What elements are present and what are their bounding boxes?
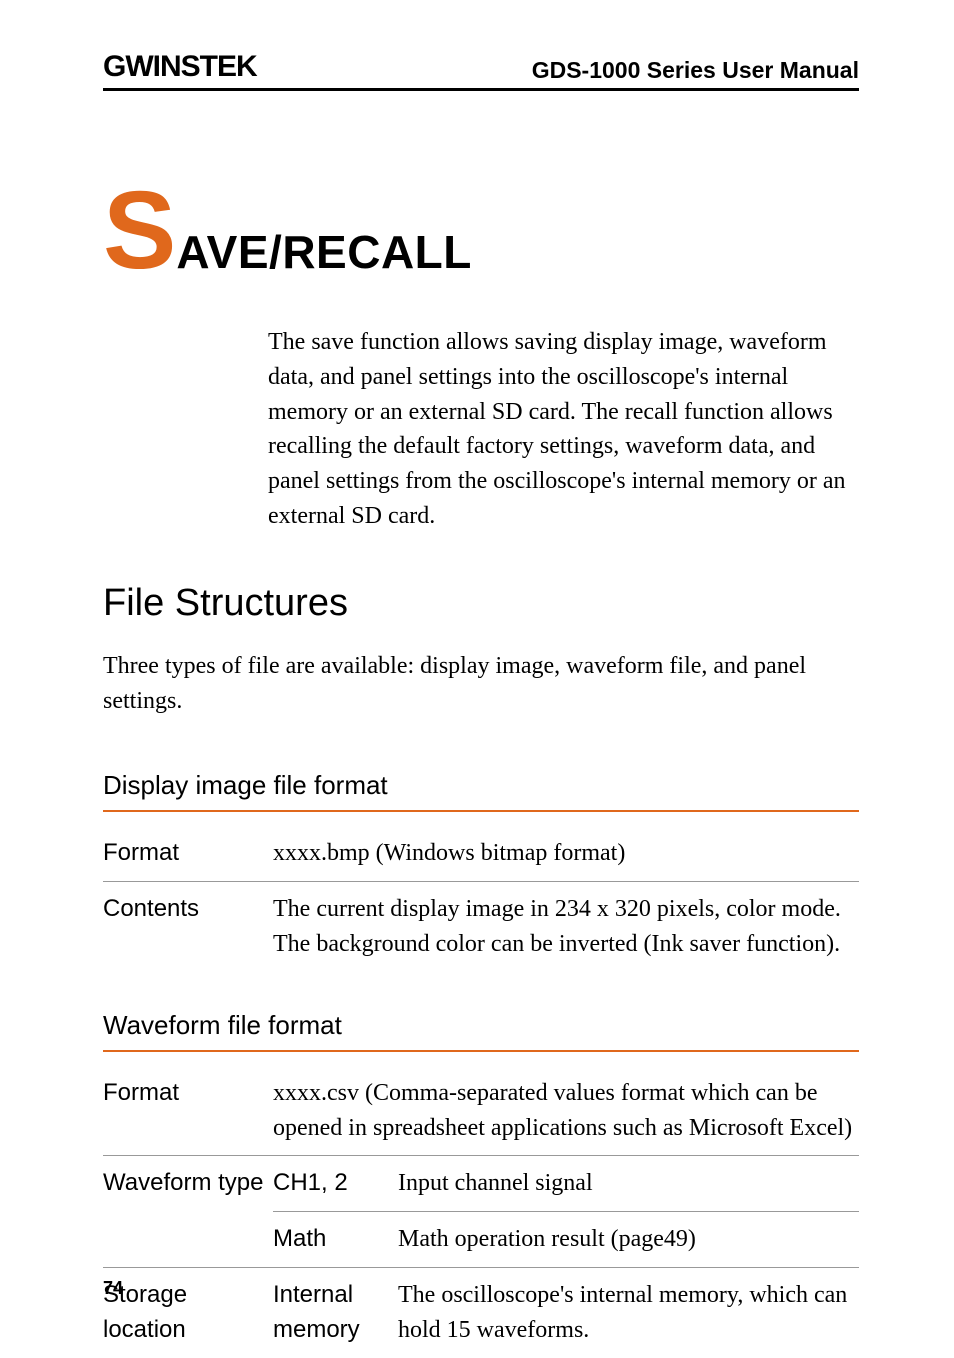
chapter-title: SAVE/RECALL (103, 181, 859, 280)
divider-orange (103, 1050, 859, 1052)
row-value: Input channel signal (398, 1156, 859, 1212)
logo-text: GW⎵INSTEK (103, 50, 257, 83)
table-row: Contents The current display image in 23… (103, 882, 859, 972)
subsection-heading-display-image: Display image file format (103, 770, 859, 801)
table-row: Storage location Internal memory The osc… (103, 1267, 859, 1357)
row-value: The current display image in 234 x 320 p… (273, 882, 859, 972)
row-value: xxxx.bmp (Windows bitmap format) (273, 826, 859, 881)
table-row: Format xxxx.csv (Comma-separated values … (103, 1066, 859, 1156)
row-label (103, 1212, 273, 1268)
section-heading-file-structures: File Structures (103, 582, 859, 625)
section-intro-paragraph: Three types of file are available: displ… (103, 649, 859, 719)
row-sublabel: Math (273, 1212, 398, 1268)
row-value: Math operation result (page49) (398, 1212, 859, 1268)
table-row: Waveform type CH1, 2 Input channel signa… (103, 1156, 859, 1212)
manual-title: GDS-1000 Series User Manual (532, 57, 859, 84)
subsection-heading-waveform: Waveform file format (103, 1010, 859, 1041)
chapter-initial: S (103, 169, 176, 292)
waveform-table: Format xxxx.csv (Comma-separated values … (103, 1066, 859, 1358)
brand-logo: GW⎵INSTEK (103, 50, 257, 84)
row-label: Contents (103, 882, 273, 972)
divider-orange (103, 810, 859, 812)
chapter-rest: AVE/RECALL (176, 226, 472, 278)
row-label: Storage location (103, 1267, 273, 1357)
row-sublabel: Internal memory (273, 1267, 398, 1357)
row-label: Format (103, 1066, 273, 1156)
display-image-table: Format xxxx.bmp (Windows bitmap format) … (103, 826, 859, 971)
row-label: Waveform type (103, 1156, 273, 1212)
row-value: The oscilloscope's internal memory, whic… (398, 1267, 859, 1357)
page-number: 74 (103, 1278, 123, 1299)
table-row: Math Math operation result (page49) (103, 1212, 859, 1268)
page-header: GW⎵INSTEK GDS-1000 Series User Manual (103, 50, 859, 91)
row-sublabel: CH1, 2 (273, 1156, 398, 1212)
chapter-intro-paragraph: The save function allows saving display … (268, 325, 859, 534)
row-value: xxxx.csv (Comma-separated values format … (273, 1066, 859, 1156)
row-label: Format (103, 826, 273, 881)
table-row: Format xxxx.bmp (Windows bitmap format) (103, 826, 859, 881)
